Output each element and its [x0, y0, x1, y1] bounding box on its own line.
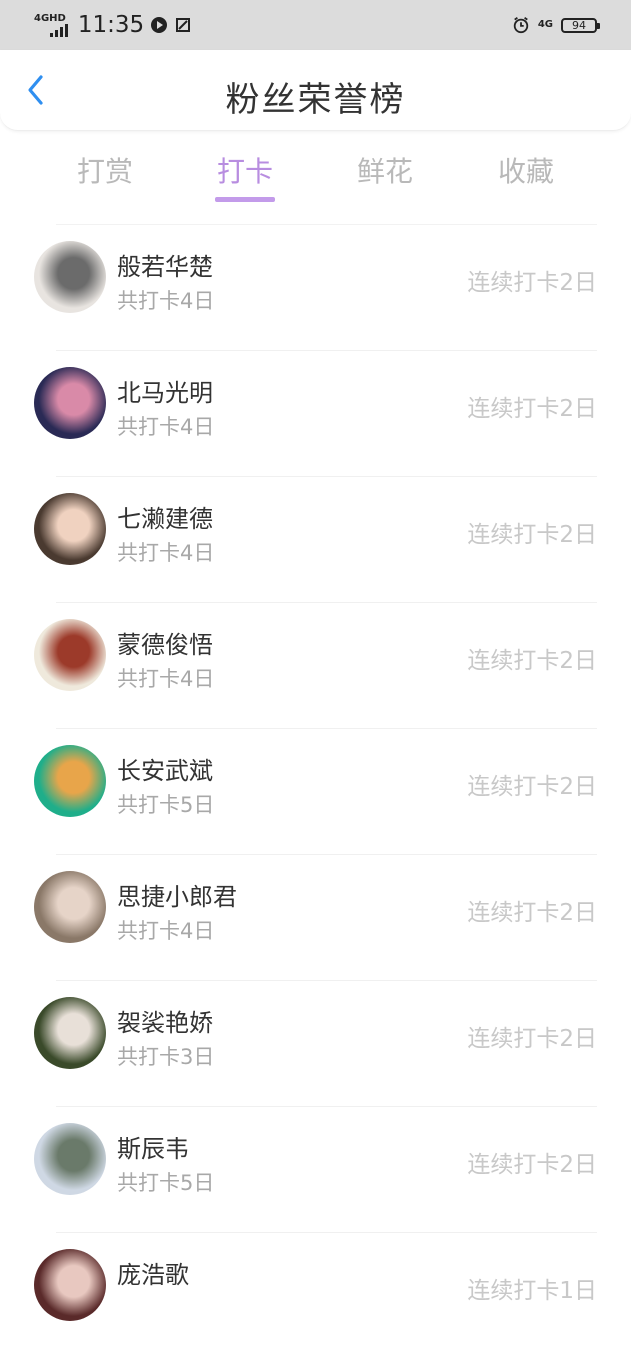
streak-checkins: 连续打卡2日	[467, 522, 597, 548]
avatar[interactable]	[34, 619, 106, 691]
page-title: 粉丝荣誉榜	[225, 80, 406, 120]
alarm-icon	[512, 16, 530, 34]
status-right: 4G 94	[512, 16, 600, 34]
total-checkins: 共打卡4日	[117, 415, 215, 439]
streak-checkins: 连续打卡2日	[467, 1026, 597, 1052]
total-checkins: 共打卡4日	[117, 667, 215, 691]
network-type: 4GHD	[34, 13, 66, 24]
network-type-right: 4G	[537, 19, 553, 30]
list-item[interactable]: 蒙德俊悟 共打卡4日 连续打卡2日	[34, 602, 597, 728]
status-time: 11:35	[77, 12, 145, 38]
battery-icon: 94	[561, 17, 600, 33]
fan-list: 般若华楚 共打卡4日 连续打卡2日 北马光明 共打卡4日 连续打卡2日 七濑建德…	[0, 224, 631, 1358]
list-item[interactable]: 般若华楚 共打卡4日 连续打卡2日	[34, 224, 597, 350]
list-item[interactable]: 思捷小郎君 共打卡4日 连续打卡2日	[34, 854, 597, 980]
total-checkins: 共打卡5日	[117, 1171, 215, 1195]
fan-name: 庞浩歌	[117, 1261, 189, 1289]
signal-icon	[49, 23, 68, 37]
fan-name: 七濑建德	[117, 505, 213, 533]
streak-checkins: 连续打卡2日	[467, 396, 597, 422]
avatar[interactable]	[34, 997, 106, 1069]
list-item[interactable]: 长安武斌 共打卡5日 连续打卡2日	[34, 728, 597, 854]
list-item[interactable]: 七濑建德 共打卡4日 连续打卡2日	[34, 476, 597, 602]
streak-checkins: 连续打卡2日	[467, 774, 597, 800]
tab-bar: 打赏 打卡 鲜花 收藏	[0, 140, 631, 210]
avatar[interactable]	[34, 493, 106, 565]
tab-favorites[interactable]: 收藏	[471, 150, 581, 190]
battery-level: 94	[572, 18, 586, 32]
tab-checkin[interactable]: 打卡	[190, 150, 300, 190]
avatar[interactable]	[34, 241, 106, 313]
fan-name: 蒙德俊悟	[117, 631, 213, 659]
avatar[interactable]	[34, 1123, 106, 1195]
streak-checkins: 连续打卡2日	[467, 1152, 597, 1178]
nav-header: 粉丝荣誉榜	[0, 50, 631, 131]
tab-reward[interactable]: 打赏	[50, 150, 160, 190]
status-bar: 4GHD 11:35 4G 94	[0, 0, 631, 50]
total-checkins: 共打卡3日	[117, 1045, 215, 1069]
list-item[interactable]: 北马光明 共打卡4日 连续打卡2日	[34, 350, 597, 476]
status-left: 4GHD 11:35	[34, 12, 192, 38]
avatar[interactable]	[34, 871, 106, 943]
streak-checkins: 连续打卡2日	[467, 648, 597, 674]
total-checkins: 共打卡4日	[117, 919, 215, 943]
fan-name: 般若华楚	[117, 253, 213, 281]
total-checkins: 共打卡4日	[117, 541, 215, 565]
list-item[interactable]: 斯辰韦 共打卡5日 连续打卡2日	[34, 1106, 597, 1232]
fan-name: 长安武斌	[117, 757, 213, 785]
tab-flowers[interactable]: 鲜花	[330, 150, 440, 190]
streak-checkins: 连续打卡1日	[467, 1278, 597, 1304]
avatar[interactable]	[34, 745, 106, 817]
streak-checkins: 连续打卡2日	[467, 270, 597, 296]
list-item[interactable]: 袈裟艳娇 共打卡3日 连续打卡2日	[34, 980, 597, 1106]
total-checkins: 共打卡5日	[117, 793, 215, 817]
fan-name: 袈裟艳娇	[117, 1009, 213, 1037]
streak-checkins: 连续打卡2日	[467, 900, 597, 926]
play-icon	[150, 16, 168, 34]
list-item[interactable]: 庞浩歌 连续打卡1日	[34, 1232, 597, 1358]
avatar[interactable]	[34, 1249, 106, 1321]
fan-name: 北马光明	[117, 379, 213, 407]
fan-name: 思捷小郎君	[117, 883, 237, 911]
screenshot-icon	[174, 16, 192, 34]
fan-name: 斯辰韦	[117, 1135, 189, 1163]
total-checkins: 共打卡4日	[117, 289, 215, 313]
active-tab-indicator	[215, 197, 275, 202]
avatar[interactable]	[34, 367, 106, 439]
